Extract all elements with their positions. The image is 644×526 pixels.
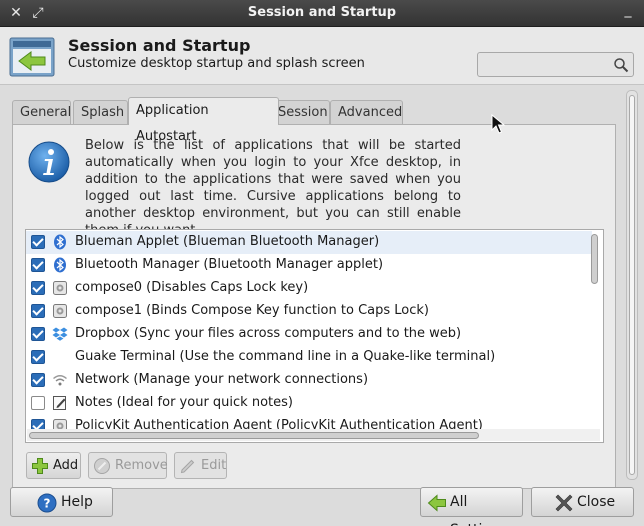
add-icon [32, 458, 48, 474]
edit-icon [180, 459, 195, 474]
enable-checkbox[interactable] [31, 373, 45, 387]
window-scrollbar[interactable] [626, 90, 638, 480]
bluetooth-icon [54, 257, 66, 273]
list-item[interactable]: Notes (Ideal for your quick notes) [26, 392, 592, 415]
enable-checkbox[interactable] [31, 235, 45, 249]
generic-app-icon [53, 304, 67, 318]
enable-checkbox[interactable] [31, 281, 45, 295]
list-item[interactable]: Bluetooth Manager (Bluetooth Manager app… [26, 254, 592, 277]
list-item-label: compose1 (Binds Compose Key function to … [75, 303, 429, 318]
minimize-window-icon[interactable]: _ [620, 2, 636, 18]
list-item-label: Blueman Applet (Blueman Bluetooth Manage… [75, 234, 380, 249]
header-subtitle: Customize desktop startup and splash scr… [68, 56, 365, 71]
list-horizontal-scrollbar[interactable] [27, 429, 600, 441]
list-item-label: Network (Manage your network connections… [75, 372, 369, 387]
list-item-label: compose0 (Disables Caps Lock key) [75, 280, 309, 295]
enable-checkbox[interactable] [31, 258, 45, 272]
list-item[interactable]: Blueman Applet (Blueman Bluetooth Manage… [26, 231, 592, 254]
list-item[interactable]: Network (Manage your network connections… [26, 369, 592, 392]
list-item[interactable]: compose1 (Binds Compose Key function to … [26, 300, 592, 323]
remove-button-label: Remove [115, 458, 168, 473]
list-item-label: Guake Terminal (Use the command line in … [75, 349, 496, 364]
list-item-label: Notes (Ideal for your quick notes) [75, 395, 293, 410]
tab-application-autostart[interactable]: Application Autostart [128, 97, 279, 144]
list-vertical-scrollbar-thumb[interactable] [591, 234, 598, 284]
remove-button[interactable]: Remove [88, 452, 168, 479]
search-icon[interactable] [613, 57, 629, 73]
list-vertical-scrollbar[interactable] [589, 232, 599, 428]
title-bar: ✕ ⤢ Session and Startup _ [0, 0, 644, 27]
add-button[interactable]: Add [26, 452, 81, 479]
tab-general[interactable]: General [12, 100, 71, 125]
list-item[interactable]: Dropbox (Sync your files across computer… [26, 323, 592, 346]
list-horizontal-scrollbar-thumb[interactable] [29, 432, 479, 439]
remove-icon [94, 458, 110, 474]
enable-checkbox[interactable] [31, 350, 45, 364]
info-icon [28, 141, 70, 183]
all-settings-button-label: All Settings [450, 494, 507, 526]
svg-text:?: ? [44, 497, 51, 511]
mouse-pointer-icon [491, 114, 505, 134]
tab-splash[interactable]: Splash [73, 100, 128, 125]
generic-app-icon [53, 281, 67, 295]
close-button[interactable]: Close [531, 487, 634, 517]
tab-advanced[interactable]: Advanced [330, 100, 403, 125]
enable-checkbox[interactable] [31, 304, 45, 318]
window-scrollbar-thumb[interactable] [629, 95, 635, 475]
notes-icon [53, 396, 66, 410]
info-description: Below is the list of applications that w… [85, 138, 461, 238]
help-icon: ? [37, 493, 57, 513]
back-arrow-icon [427, 494, 446, 512]
list-item[interactable]: Guake Terminal (Use the command line in … [26, 346, 592, 369]
search-input[interactable] [477, 52, 634, 77]
edit-button-label: Edit [201, 458, 227, 473]
tab-session[interactable]: Session [270, 100, 330, 125]
close-button-label: Close [577, 494, 616, 510]
window-title: Session and Startup [247, 5, 397, 20]
list-item-label: Dropbox (Sync your files across computer… [75, 326, 462, 341]
dialog-header: Session and Startup Customize desktop st… [0, 27, 644, 85]
session-startup-icon [9, 37, 55, 77]
list-item-label: Bluetooth Manager (Bluetooth Manager app… [75, 257, 384, 272]
enable-checkbox[interactable] [31, 327, 45, 341]
header-title: Session and Startup [68, 36, 251, 55]
enable-checkbox[interactable] [31, 396, 45, 410]
help-button-label: Help [61, 494, 93, 510]
help-button[interactable]: ? Help [10, 487, 113, 517]
list-item[interactable]: compose0 (Disables Caps Lock key) [26, 277, 592, 300]
close-icon [555, 494, 573, 512]
add-button-label: Add [53, 458, 79, 473]
all-settings-button[interactable]: All Settings [420, 487, 523, 526]
wifi-icon [53, 375, 67, 386]
bluetooth-icon [54, 234, 66, 250]
dropbox-icon [52, 327, 68, 341]
autostart-list[interactable]: Blueman Applet (Blueman Bluetooth Manage… [25, 229, 604, 443]
edit-button[interactable]: Edit [174, 452, 227, 479]
